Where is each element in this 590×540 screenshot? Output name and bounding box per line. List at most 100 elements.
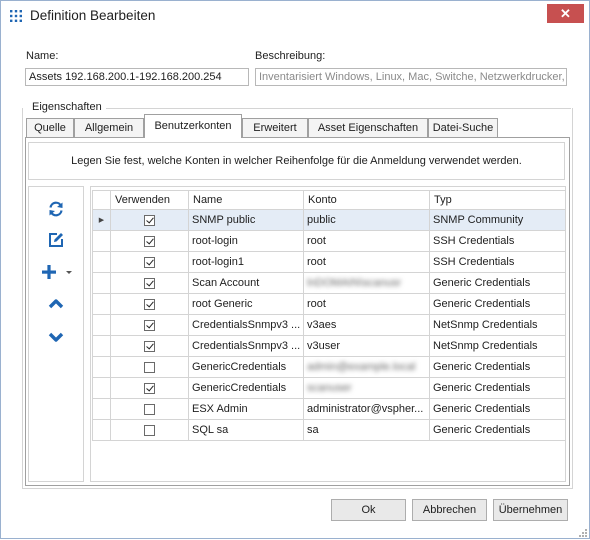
name-cell[interactable]: CredentialsSnmpv3 ... [188,314,304,336]
tab-quelle[interactable]: Quelle [26,118,74,137]
column-header-name[interactable]: Name [188,190,304,210]
app-grid-icon [9,9,23,23]
type-cell[interactable]: SSH Credentials [429,251,566,273]
use-checkbox[interactable] [144,256,155,268]
row-indicator [92,230,111,252]
use-checkbox[interactable] [144,235,155,247]
table-row[interactable]: root-login1 root SSH Credentials [92,251,566,273]
table-row[interactable]: ESX Admin administrator@vspher... Generic … [92,398,566,420]
type-cell[interactable]: SSH Credentials [429,230,566,252]
use-checkbox[interactable] [144,298,155,310]
description-input[interactable]: Inventarisiert Windows, Linux, Mac, Swit… [255,68,567,86]
row-indicator [92,272,111,294]
accounts-grid: Verwenden Name Konto Typ ▶ SNMP public pub… [92,190,566,441]
use-cell [110,230,189,252]
use-cell [110,377,189,399]
use-cell [110,356,189,378]
type-cell[interactable]: Generic Credentials [429,419,566,441]
tab-benutzerkonten[interactable]: Benutzerkonten [144,114,242,138]
tab-erweitert[interactable]: Erweitert [242,118,308,137]
grid-header: Verwenden Name Konto Typ [92,190,566,210]
account-cell[interactable]: v3user [303,335,430,357]
name-cell[interactable]: SNMP public [188,209,304,231]
use-checkbox[interactable] [144,424,155,436]
table-row[interactable]: ▶ SNMP public public SNMP Community [92,209,566,231]
move-down-icon[interactable] [46,327,66,347]
name-cell[interactable]: root-login1 [188,251,304,273]
account-cell[interactable]: v3aes [303,314,430,336]
column-header-type[interactable]: Typ [429,190,566,210]
type-cell[interactable]: Generic Credentials [429,377,566,399]
cancel-button[interactable]: Abbrechen [412,499,487,521]
tab-allgemein[interactable]: Allgemein [74,118,144,137]
name-cell[interactable]: Scan Account [188,272,304,294]
row-indicator [92,251,111,273]
move-up-icon[interactable] [46,294,66,314]
table-row[interactable]: root-login root SSH Credentials [92,230,566,252]
table-row[interactable]: SQL sa sa Generic Credentials [92,419,566,441]
name-cell[interactable]: CredentialsSnmpv3 ... [188,335,304,357]
column-header-account[interactable]: Konto [303,190,430,210]
use-checkbox[interactable] [144,361,155,373]
ok-button[interactable]: Ok [331,499,406,521]
info-text: Legen Sie fest, welche Konten in welcher… [28,142,565,180]
tab-asset-eigenschaften[interactable]: Asset Eigenschaften [308,118,428,137]
use-checkbox[interactable] [144,403,155,415]
account-cell[interactable]: public [303,209,430,231]
add-icon[interactable] [39,262,75,282]
use-checkbox[interactable] [144,382,155,394]
table-row[interactable]: CredentialsSnmpv3 ... v3aes NetSnmp Creden… [92,314,566,336]
type-cell[interactable]: Generic Credentials [429,356,566,378]
account-cell[interactable]: lnDOMAIN\scanusr [303,272,430,294]
type-cell[interactable]: Generic Credentials [429,398,566,420]
account-cell[interactable]: root [303,293,430,315]
type-cell[interactable]: Generic Credentials [429,293,566,315]
table-row[interactable]: GenericCredentials admin@example.local Gen… [92,356,566,378]
use-checkbox[interactable] [144,277,155,289]
account-cell[interactable]: root [303,251,430,273]
account-cell[interactable]: administrator@vspher... [303,398,430,420]
column-header-use[interactable]: Verwenden [110,190,189,210]
resize-grip-icon[interactable] [579,528,587,537]
refresh-icon[interactable] [46,199,66,219]
use-checkbox[interactable] [144,319,155,331]
type-cell[interactable]: SNMP Community [429,209,566,231]
account-cell[interactable]: sa [303,419,430,441]
name-cell[interactable]: GenericCredentials [188,356,304,378]
name-cell[interactable]: ESX Admin [188,398,304,420]
use-checkbox[interactable] [144,340,155,352]
properties-label: Eigenschaften [32,101,102,113]
table-row[interactable]: Scan Account lnDOMAIN\scanusr Generic Cred… [92,272,566,294]
row-indicator [92,335,111,357]
type-cell[interactable]: Generic Credentials [429,272,566,294]
account-cell[interactable]: admin@example.local [303,356,430,378]
row-indicator [92,377,111,399]
name-cell[interactable]: SQL sa [188,419,304,441]
table-row[interactable]: CredentialsSnmpv3 ... v3user NetSnmp Crede… [92,335,566,357]
edit-icon[interactable] [46,230,66,250]
table-row[interactable]: GenericCredentials scanuser Generic Creden… [92,377,566,399]
row-indicator [92,419,111,441]
row-indicator [92,314,111,336]
description-label: Beschreibung: [255,50,326,62]
type-cell[interactable]: NetSnmp Credentials [429,335,566,357]
current-row-arrow-icon: ▶ [98,217,105,224]
row-indicator [92,398,111,420]
table-row[interactable]: root Generic root Generic Credentials [92,293,566,315]
row-indicator: ▶ [92,209,111,231]
row-indicator [92,356,111,378]
type-cell[interactable]: NetSnmp Credentials [429,314,566,336]
name-cell[interactable]: GenericCredentials [188,377,304,399]
account-cell[interactable]: scanuser [303,377,430,399]
use-checkbox[interactable] [144,214,155,226]
name-cell[interactable]: root-login [188,230,304,252]
title-bar[interactable]: Definition Bearbeiten ✕ [1,1,589,32]
close-button[interactable]: ✕ [547,4,584,23]
tab-datei-suche[interactable]: Datei-Suche [428,118,498,137]
groupbox-divider [106,108,571,109]
apply-button[interactable]: Übernehmen [493,499,568,521]
use-cell [110,272,189,294]
account-cell[interactable]: root [303,230,430,252]
name-cell[interactable]: root Generic [188,293,304,315]
name-input[interactable]: Assets 192.168.200.1-192.168.200.254 [25,68,249,86]
